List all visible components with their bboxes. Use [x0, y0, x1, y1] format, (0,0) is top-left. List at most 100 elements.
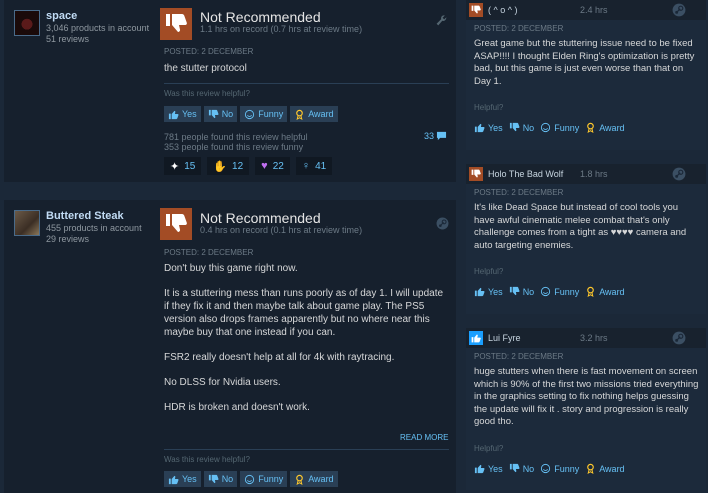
award-count: 12: [232, 160, 244, 172]
yes-label: Yes: [488, 122, 503, 133]
funny-label: Funny: [554, 286, 580, 297]
vote-funny-button[interactable]: Funny: [240, 106, 288, 122]
helpful-prompt: Helpful?: [474, 444, 504, 453]
vote-yes-button[interactable]: Yes: [474, 286, 503, 297]
wrench-icon[interactable]: [435, 14, 448, 27]
thumbs-down-icon: [160, 208, 192, 240]
recent-review-header: ( ^ o ^ ) 2.4 hrs: [466, 0, 706, 20]
no-label: No: [522, 463, 535, 474]
divider: [164, 83, 449, 84]
helpful-prompt: Helpful?: [474, 103, 504, 112]
no-label: No: [522, 286, 535, 297]
vote-funny-button[interactable]: Funny: [540, 463, 579, 474]
review-paragraph: FSR2 really doesn't help at all for 4k w…: [164, 352, 395, 363]
vote-no-button[interactable]: No: [509, 122, 534, 133]
smiley-icon: [540, 463, 551, 474]
thumbs-down-icon: [208, 109, 219, 120]
recent-review-text: It's like Dead Space but instead of cool…: [474, 202, 687, 251]
avatar[interactable]: [14, 210, 40, 236]
award-badge[interactable]: ♀ 41: [295, 157, 333, 175]
vote-buttons: Yes No Funny Award: [164, 106, 338, 122]
award-button[interactable]: Award: [585, 463, 625, 474]
award-button[interactable]: Award: [585, 122, 625, 133]
thumbs-down-icon: [509, 463, 520, 474]
award-label: Award: [599, 463, 625, 474]
vote-yes-button[interactable]: Yes: [474, 122, 503, 133]
recent-review-card: Lui Fyre 3.2 hrs POSTED: 2 DECEMBER huge…: [466, 328, 706, 490]
award-badge[interactable]: ✦ 15: [164, 157, 202, 175]
recent-review-author[interactable]: Holo The Bad Wolf: [488, 169, 563, 179]
review-paragraph: Don't buy this game right now.: [164, 263, 298, 274]
review-card: space 3,046 products in account 51 revie…: [4, 0, 456, 182]
funny-label: Funny: [554, 463, 580, 474]
award-button[interactable]: Award: [290, 106, 338, 122]
author-products[interactable]: 455 products in account: [46, 223, 142, 234]
author-review-count[interactable]: 29 reviews: [46, 234, 142, 245]
review-hours: 0.4 hrs on record (0.1 hrs at review tim…: [200, 225, 363, 235]
author-review-count[interactable]: 51 reviews: [46, 34, 149, 45]
recent-review-author[interactable]: ( ^ o ^ ): [488, 5, 517, 15]
comment-count: 33: [424, 131, 435, 141]
review-paragraph: the stutter protocol: [164, 63, 247, 74]
vote-no-button[interactable]: No: [203, 106, 238, 122]
author-meta: 3,046 products in account 51 reviews: [46, 23, 149, 45]
review-verdict[interactable]: Not Recommended: [200, 210, 321, 226]
read-more-link[interactable]: READ MORE: [400, 433, 448, 442]
thumbs-up-icon: [474, 463, 485, 474]
award-badge[interactable]: ♥ 22: [255, 157, 290, 175]
review-body: Don't buy this game right now. It is a s…: [164, 262, 449, 426]
funny-label: Funny: [258, 109, 284, 119]
recent-review-text: Great game but the stuttering issue need…: [474, 38, 695, 87]
award-count: 22: [272, 160, 284, 172]
vote-funny-button[interactable]: Funny: [540, 122, 579, 133]
thumbs-up-icon: [474, 286, 485, 297]
steam-icon: [672, 3, 686, 17]
recent-review-author[interactable]: Lui Fyre: [488, 333, 521, 343]
vote-yes-button[interactable]: Yes: [164, 471, 201, 487]
smiley-icon: [540, 286, 551, 297]
no-label: No: [221, 474, 234, 484]
award-button[interactable]: Award: [585, 286, 625, 297]
vote-no-button[interactable]: No: [509, 286, 535, 297]
award-icon: [294, 474, 305, 485]
avatar[interactable]: [14, 10, 40, 36]
vote-funny-button[interactable]: Funny: [240, 471, 288, 487]
award-count: 41: [315, 160, 327, 172]
comments-link[interactable]: 33: [424, 131, 447, 141]
award-badge[interactable]: ✋ 12: [207, 157, 250, 175]
vote-funny-button[interactable]: Funny: [540, 286, 579, 297]
smiley-icon: [244, 109, 255, 120]
review-paragraph: HDR is broken and doesn't work.: [164, 402, 310, 413]
award-button[interactable]: Award: [290, 471, 338, 487]
yes-label: Yes: [488, 286, 503, 297]
review-hours: 1.1 hrs on record (0.7 hrs at review tim…: [200, 24, 363, 34]
thumbs-up-icon: [168, 109, 179, 120]
vote-no-button[interactable]: No: [203, 471, 238, 487]
vote-buttons: Yes No Funny Award: [164, 471, 338, 487]
smiley-icon: [540, 122, 551, 133]
comment-icon: [436, 131, 447, 141]
recent-review-card: ( ^ o ^ ) 2.4 hrs POSTED: 2 DECEMBER Gre…: [466, 0, 706, 150]
vote-yes-button[interactable]: Yes: [164, 106, 201, 122]
author-name[interactable]: space: [46, 10, 77, 22]
author-products[interactable]: 3,046 products in account: [46, 23, 149, 34]
thumbs-up-icon: [474, 122, 485, 133]
yes-label: Yes: [182, 109, 197, 119]
vote-yes-button[interactable]: Yes: [474, 463, 503, 474]
award-label: Award: [308, 474, 334, 484]
recent-review-posted: POSTED: 2 DECEMBER: [474, 188, 564, 197]
recent-reviews-column: ( ^ o ^ ) 2.4 hrs POSTED: 2 DECEMBER Gre…: [462, 0, 708, 493]
recent-review-header: Lui Fyre 3.2 hrs: [466, 328, 706, 348]
review-verdict[interactable]: Not Recommended: [200, 9, 321, 25]
found-funny: 353 people found this review funny: [164, 142, 304, 152]
award-icon: [294, 109, 305, 120]
vote-no-button[interactable]: No: [509, 463, 535, 474]
no-label: No: [221, 109, 234, 119]
review-posted-date: POSTED: 2 DECEMBER: [164, 248, 254, 257]
recent-review-text: huge stutters when there is fast movemen…: [474, 366, 699, 427]
author-name[interactable]: Buttered Steak: [46, 210, 124, 222]
award-label: Award: [599, 286, 625, 297]
yes-label: Yes: [182, 474, 197, 484]
main-review-column: space 3,046 products in account 51 revie…: [0, 0, 458, 493]
award-icon: [585, 286, 596, 297]
